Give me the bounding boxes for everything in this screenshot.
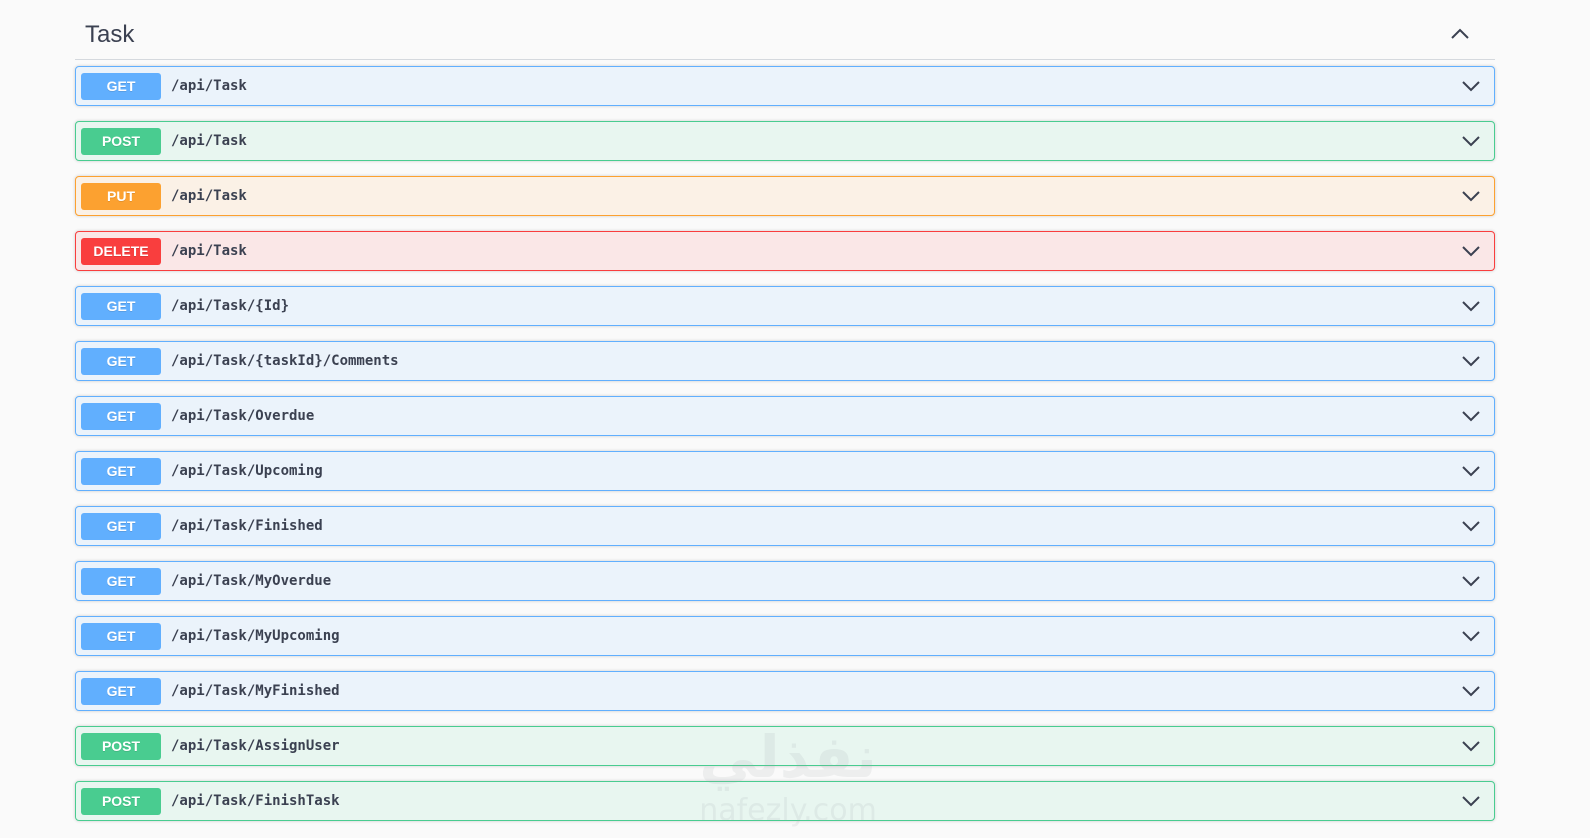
- method-badge: GET: [81, 567, 161, 595]
- endpoint-path: /api/Task: [171, 188, 247, 204]
- operation-block[interactable]: GET /api/Task/MyUpcoming: [75, 616, 1495, 656]
- method-badge: GET: [81, 72, 161, 100]
- operation-block[interactable]: GET /api/Task/{taskId}/Comments: [75, 341, 1495, 381]
- chevron-down-icon[interactable]: [1460, 625, 1482, 647]
- endpoint-path: /api/Task/MyUpcoming: [171, 628, 340, 644]
- chevron-down-icon[interactable]: [1460, 460, 1482, 482]
- endpoint-path: /api/Task/Upcoming: [171, 463, 323, 479]
- tag-section-task: Task: [75, 0, 1495, 60]
- chevron-down-icon[interactable]: [1460, 350, 1482, 372]
- endpoint-path: /api/Task/{Id}: [171, 298, 290, 314]
- method-badge: GET: [81, 622, 161, 650]
- chevron-down-icon[interactable]: [1460, 240, 1482, 262]
- method-badge: POST: [81, 127, 161, 155]
- method-badge: GET: [81, 292, 161, 320]
- method-badge: GET: [81, 512, 161, 540]
- method-badge: GET: [81, 402, 161, 430]
- operation-block[interactable]: GET /api/Task: [75, 66, 1495, 106]
- operation-block[interactable]: POST /api/Task: [75, 121, 1495, 161]
- method-badge: GET: [81, 347, 161, 375]
- method-badge: PUT: [81, 182, 161, 210]
- endpoint-path: /api/Task/MyOverdue: [171, 573, 332, 589]
- section-title: Task: [85, 20, 135, 48]
- tag-section-header[interactable]: Task: [75, 0, 1495, 60]
- operation-block[interactable]: DELETE /api/Task: [75, 231, 1495, 271]
- endpoint-path: /api/Task: [171, 243, 247, 259]
- chevron-down-icon[interactable]: [1460, 680, 1482, 702]
- endpoint-path: /api/Task/Overdue: [171, 408, 315, 424]
- method-badge: POST: [81, 787, 161, 815]
- chevron-down-icon[interactable]: [1460, 295, 1482, 317]
- operation-block[interactable]: GET /api/Task/Finished: [75, 506, 1495, 546]
- operation-block[interactable]: GET /api/Task/MyOverdue: [75, 561, 1495, 601]
- operation-block[interactable]: GET /api/Task/MyFinished: [75, 671, 1495, 711]
- operation-block[interactable]: GET /api/Task/Overdue: [75, 396, 1495, 436]
- chevron-up-icon[interactable]: [1449, 23, 1471, 45]
- method-badge: DELETE: [81, 237, 161, 265]
- chevron-down-icon[interactable]: [1460, 790, 1482, 812]
- endpoint-path: /api/Task: [171, 78, 247, 94]
- chevron-down-icon[interactable]: [1460, 405, 1482, 427]
- endpoint-path: /api/Task/Finished: [171, 518, 323, 534]
- endpoint-path: /api/Task/AssignUser: [171, 738, 340, 754]
- method-badge: GET: [81, 457, 161, 485]
- operation-block[interactable]: PUT /api/Task: [75, 176, 1495, 216]
- chevron-down-icon[interactable]: [1460, 75, 1482, 97]
- chevron-down-icon[interactable]: [1460, 735, 1482, 757]
- endpoint-path: /api/Task/FinishTask: [171, 793, 340, 809]
- operation-block[interactable]: POST /api/Task/AssignUser: [75, 726, 1495, 766]
- method-badge: GET: [81, 677, 161, 705]
- operation-block[interactable]: GET /api/Task/Upcoming: [75, 451, 1495, 491]
- operation-block[interactable]: POST /api/Task/FinishTask: [75, 781, 1495, 821]
- operations-list: GET /api/Task POST /api/Task PUT /api/Ta…: [75, 66, 1495, 836]
- operation-block[interactable]: GET /api/Task/{Id}: [75, 286, 1495, 326]
- method-badge: POST: [81, 732, 161, 760]
- chevron-down-icon[interactable]: [1460, 185, 1482, 207]
- chevron-down-icon[interactable]: [1460, 570, 1482, 592]
- endpoint-path: /api/Task/MyFinished: [171, 683, 340, 699]
- chevron-down-icon[interactable]: [1460, 130, 1482, 152]
- endpoint-path: /api/Task: [171, 133, 247, 149]
- chevron-down-icon[interactable]: [1460, 515, 1482, 537]
- endpoint-path: /api/Task/{taskId}/Comments: [171, 353, 399, 369]
